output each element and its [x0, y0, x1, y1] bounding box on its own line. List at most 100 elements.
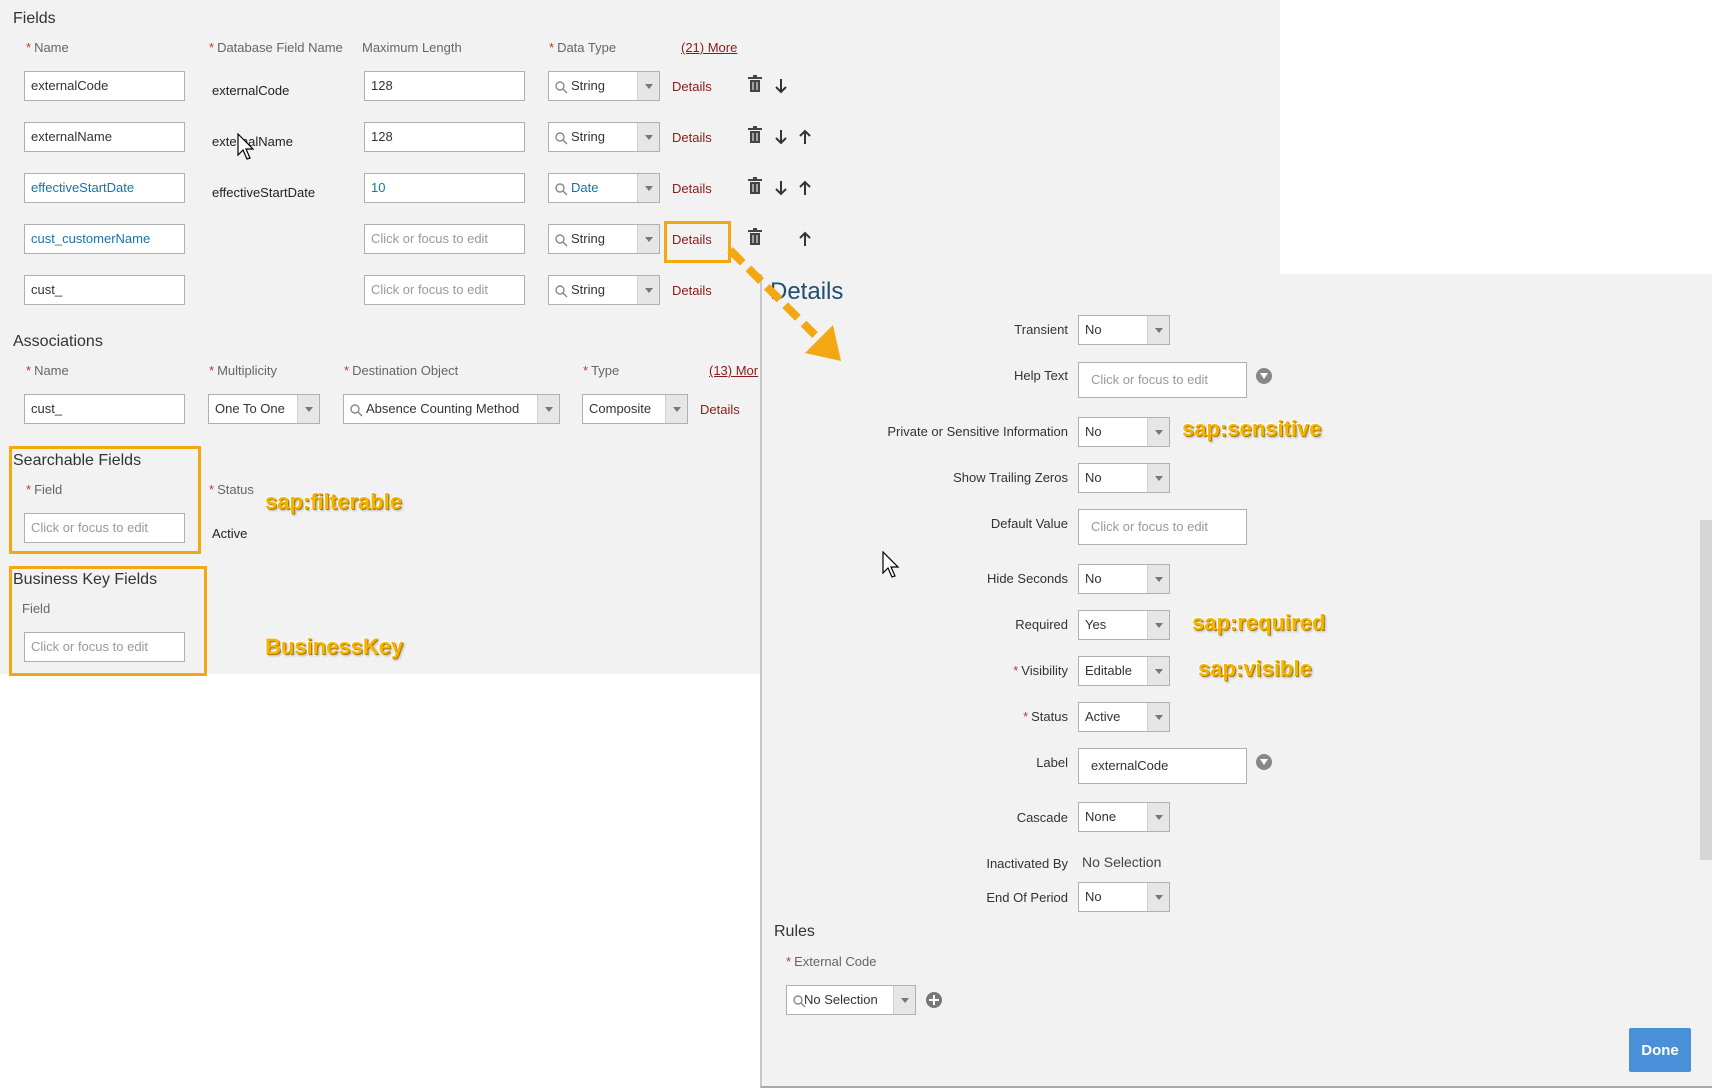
arrow-up-icon[interactable]: [796, 179, 814, 197]
field-details-link[interactable]: Details: [672, 181, 712, 196]
assoc-destination-select[interactable]: Absence Counting Method: [343, 394, 560, 424]
assoc-multiplicity-header: * Multiplicity: [209, 363, 278, 378]
assoc-type-select[interactable]: Composite: [582, 394, 688, 424]
assoc-more-link[interactable]: (13) Mor: [709, 363, 758, 378]
businesskey-annotation: BusinessKey: [265, 634, 404, 659]
trash-icon[interactable]: [746, 228, 764, 246]
chevron-down-icon[interactable]: [893, 986, 915, 1014]
assoc-multiplicity-select[interactable]: One To One: [208, 394, 320, 424]
external-code-header: * External Code: [786, 954, 877, 969]
transient-label: Transient: [1014, 322, 1068, 337]
search-icon: [350, 404, 363, 417]
filterable-annotation: sap:filterable: [265, 489, 402, 514]
add-circle-icon[interactable]: [925, 991, 943, 1009]
assoc-name-input[interactable]: cust_: [24, 394, 185, 424]
end-of-period-value: No: [1085, 889, 1102, 904]
field-datatype-value: Date: [571, 180, 599, 195]
cascade-select[interactable]: None: [1078, 802, 1170, 832]
chevron-down-icon[interactable]: [637, 174, 659, 202]
arrow-down-icon[interactable]: [772, 179, 790, 197]
default-value-label: Default Value: [990, 516, 1068, 531]
chevron-down-icon[interactable]: [1147, 611, 1169, 639]
private-select[interactable]: No: [1078, 417, 1170, 447]
transient-select[interactable]: No: [1078, 315, 1170, 345]
hide-seconds-value: No: [1085, 571, 1102, 586]
chevron-down-icon[interactable]: [1147, 565, 1169, 593]
chevron-down-icon[interactable]: [537, 395, 559, 423]
done-button[interactable]: Done: [1629, 1028, 1691, 1072]
details-highlight-box: [664, 221, 731, 263]
businesskey-section-title: Business Key Fields: [13, 571, 158, 588]
arrow-up-icon[interactable]: [796, 128, 814, 146]
trailing-zeros-select[interactable]: No: [1078, 463, 1170, 493]
default-value-input[interactable]: Click or focus to edit: [1078, 509, 1247, 545]
field-details-link[interactable]: Details: [672, 130, 712, 145]
trash-icon[interactable]: [746, 177, 764, 195]
chevron-down-icon[interactable]: [1147, 703, 1169, 731]
field-datatype-select[interactable]: String: [548, 71, 660, 101]
private-label: Private or Sensitive Information: [887, 424, 1068, 439]
businesskey-field-input[interactable]: Click or focus to edit: [24, 632, 185, 662]
field-datatype-select[interactable]: String: [548, 224, 660, 254]
label-label: Label: [1036, 755, 1068, 770]
chevron-down-icon[interactable]: [1147, 803, 1169, 831]
field-datatype-select[interactable]: String: [548, 122, 660, 152]
inactivated-by-value: No Selection: [1082, 854, 1162, 870]
label-input[interactable]: externalCode: [1078, 748, 1247, 784]
field-maxlength-input[interactable]: 10: [364, 173, 525, 203]
arrow-down-icon[interactable]: [772, 77, 790, 95]
chevron-down-icon[interactable]: [637, 123, 659, 151]
searchable-status-value: Active: [212, 526, 248, 541]
help-text-label: Help Text: [1014, 368, 1068, 383]
field-details-link[interactable]: Details: [672, 79, 712, 94]
translate-icon[interactable]: [1255, 753, 1273, 771]
field-maxlength-input[interactable]: 128: [364, 122, 525, 152]
chevron-down-icon[interactable]: [637, 72, 659, 100]
field-details-link[interactable]: Details: [672, 283, 712, 298]
search-icon: [555, 285, 568, 298]
hide-seconds-select[interactable]: No: [1078, 564, 1170, 594]
field-name-input[interactable]: externalName: [24, 122, 185, 152]
field-name-input[interactable]: cust_: [24, 275, 185, 305]
panel-scrollbar[interactable]: [1700, 520, 1712, 860]
help-text-input[interactable]: Click or focus to edit: [1078, 362, 1247, 398]
field-name-input[interactable]: externalCode: [24, 71, 185, 101]
status-select[interactable]: Active: [1078, 702, 1170, 732]
chevron-down-icon[interactable]: [1147, 418, 1169, 446]
external-code-select[interactable]: No Selection: [786, 985, 916, 1015]
field-maxlength-input[interactable]: Click or focus to edit: [364, 275, 525, 305]
field-maxlength-input[interactable]: Click or focus to edit: [364, 224, 525, 254]
visible-annotation: sap:visible: [1198, 656, 1312, 681]
hide-seconds-label: Hide Seconds: [987, 571, 1068, 586]
chevron-down-icon[interactable]: [637, 276, 659, 304]
chevron-down-icon[interactable]: [637, 225, 659, 253]
field-datatype-select[interactable]: Date: [548, 173, 660, 203]
fields-datatype-header: * Data Type: [549, 40, 617, 55]
end-of-period-select[interactable]: No: [1078, 882, 1170, 912]
arrow-down-icon[interactable]: [772, 128, 790, 146]
trash-icon[interactable]: [746, 75, 764, 93]
visibility-label: * Visibility: [1013, 663, 1068, 678]
field-maxlength-input[interactable]: 128: [364, 71, 525, 101]
searchable-section-title: Searchable Fields: [13, 452, 142, 469]
translate-icon[interactable]: [1255, 367, 1273, 385]
visibility-value: Editable: [1085, 663, 1132, 678]
fields-db-header: * Database Field Name: [209, 40, 343, 55]
fields-more-link[interactable]: (21) More: [681, 40, 737, 55]
chevron-down-icon[interactable]: [1147, 883, 1169, 911]
chevron-down-icon[interactable]: [1147, 657, 1169, 685]
mouse-cursor-icon: [237, 133, 255, 160]
field-name-input[interactable]: effectiveStartDate: [24, 173, 185, 203]
chevron-down-icon[interactable]: [1147, 316, 1169, 344]
chevron-down-icon[interactable]: [297, 395, 319, 423]
chevron-down-icon[interactable]: [665, 395, 687, 423]
field-datatype-select[interactable]: String: [548, 275, 660, 305]
required-select[interactable]: Yes: [1078, 610, 1170, 640]
chevron-down-icon[interactable]: [1147, 464, 1169, 492]
assoc-details-link[interactable]: Details: [700, 402, 740, 417]
sensitive-annotation: sap:sensitive: [1182, 416, 1322, 441]
visibility-select[interactable]: Editable: [1078, 656, 1170, 686]
trash-icon[interactable]: [746, 126, 764, 144]
searchable-field-input[interactable]: Click or focus to edit: [24, 513, 185, 543]
field-name-input[interactable]: cust_customerName: [24, 224, 185, 254]
